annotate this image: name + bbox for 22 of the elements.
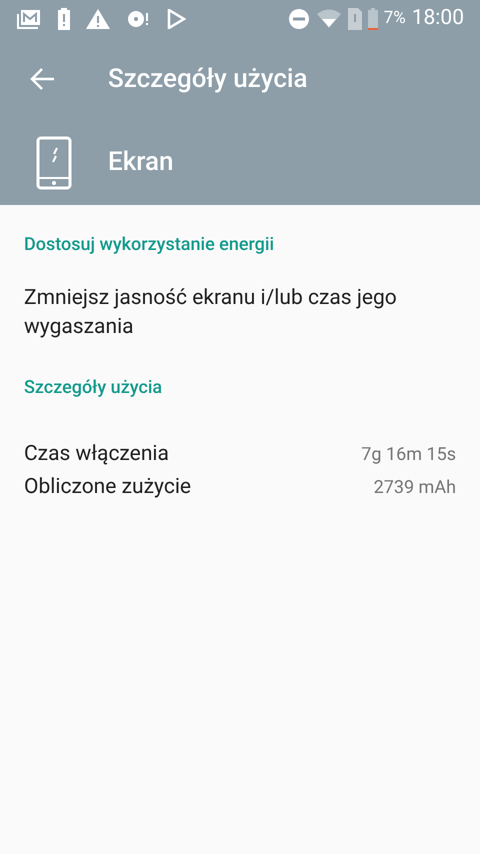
battery-percent: 7% — [384, 7, 406, 30]
warning-icon — [86, 9, 110, 29]
section-text: Zmniejsz jasność ekranu i/lub czas jego wygaszania — [24, 285, 398, 341]
section-title: Dostosuj wykorzystanie energii — [24, 233, 276, 257]
row-label: Czas włączenia — [24, 440, 169, 468]
back-arrow-icon — [29, 67, 55, 91]
disc-alert-icon — [126, 9, 150, 29]
sim-card-icon — [348, 8, 362, 30]
row-value: 2739 mAh — [374, 476, 456, 500]
section-title: Szczegóły użycia — [24, 376, 164, 400]
battery-icon — [368, 8, 378, 30]
row-value: 7g 16m 15s — [361, 443, 456, 467]
wifi-icon — [316, 9, 342, 29]
mail-icon — [16, 8, 42, 30]
app-bar-title: Szczegóły użycia — [108, 62, 308, 96]
clock: 18:00 — [412, 5, 464, 32]
do-not-disturb-icon — [288, 8, 310, 30]
phone-icon — [36, 136, 72, 190]
header-title: Ekran — [108, 146, 174, 179]
battery-alert-icon — [58, 8, 70, 30]
play-store-icon — [166, 9, 186, 29]
row-label: Obliczone zużycie — [24, 474, 192, 501]
